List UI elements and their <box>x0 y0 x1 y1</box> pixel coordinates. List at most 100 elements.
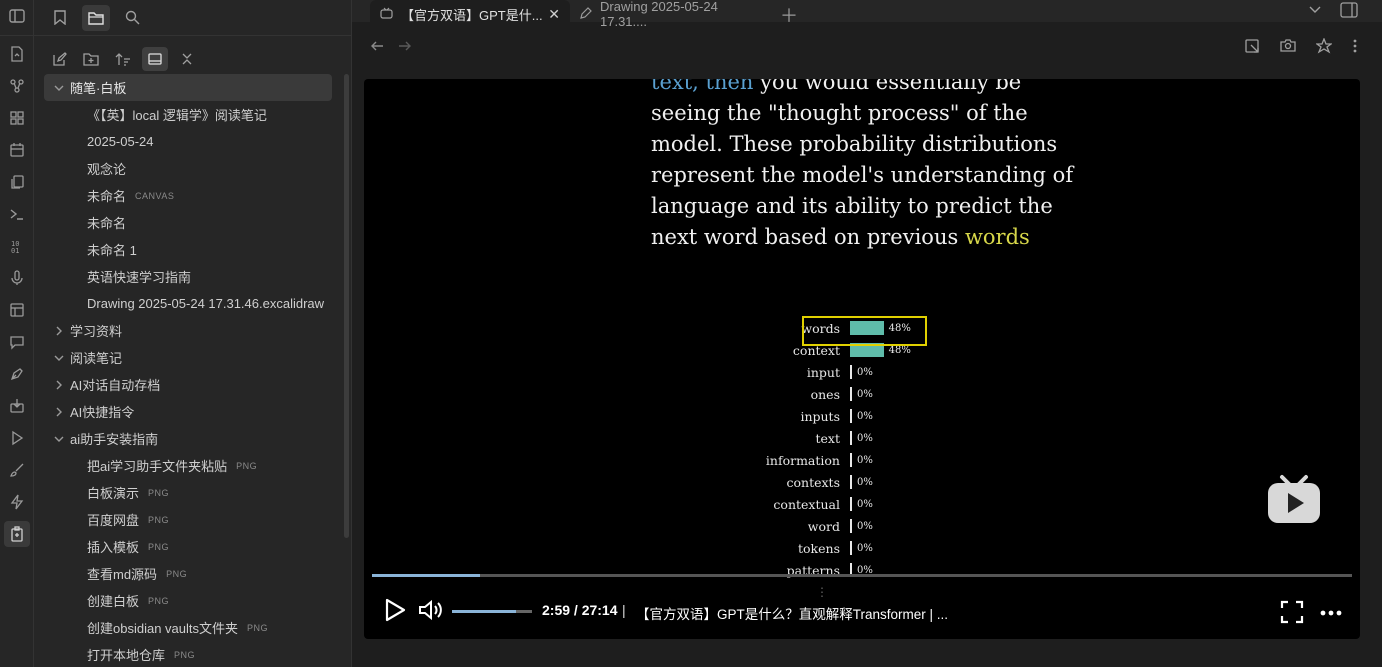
tree-item-label: Drawing 2025-05-24 17.31.46.excalidraw <box>87 296 325 311</box>
chart-bar-zero <box>850 365 852 379</box>
copy-icon[interactable] <box>4 169 30 195</box>
terminal-icon[interactable] <box>4 201 30 227</box>
lightning-icon[interactable] <box>4 489 30 515</box>
chevron-down-icon[interactable] <box>52 434 66 444</box>
search-icon[interactable] <box>118 5 146 31</box>
auto-reveal-icon[interactable] <box>142 47 168 71</box>
forward-arrow-icon[interactable] <box>398 39 412 57</box>
sidebar-toggle-icon[interactable] <box>8 9 25 26</box>
file-item[interactable]: 未命名 CANVAS <box>44 182 332 209</box>
file-item[interactable]: 创建白板 PNG <box>44 587 332 614</box>
more-options-icon[interactable] <box>1352 38 1358 58</box>
sidebar-scrollbar[interactable] <box>344 74 349 538</box>
tree-item-label: 打开本地仓库 <box>87 648 166 663</box>
chart-row: text 0% <box>759 429 939 447</box>
chart-row: inputs 0% <box>759 407 939 425</box>
folder-item[interactable]: ai助手安装指南 <box>44 425 332 452</box>
import-icon[interactable] <box>4 393 30 419</box>
play-icon[interactable] <box>4 425 30 451</box>
clipboard-icon[interactable] <box>3 521 30 547</box>
file-type-tag: PNG <box>174 649 196 660</box>
svg-text:01: 01 <box>11 247 19 254</box>
tab-list-chevron-icon[interactable] <box>1308 2 1322 21</box>
graph-view-icon[interactable] <box>4 73 30 99</box>
bookmark-tab-icon[interactable] <box>46 5 74 31</box>
video-more-icon[interactable] <box>1320 600 1342 621</box>
chart-row: word 0% <box>759 517 939 535</box>
new-note-icon[interactable] <box>46 47 72 71</box>
right-sidebar-toggle-icon[interactable] <box>1340 2 1358 21</box>
ribbon-top <box>0 0 33 36</box>
tab-label: 【官方双语】GPT是什... <box>401 7 543 23</box>
chevron-down-icon[interactable] <box>52 353 66 363</box>
video-time: 2:59 / 27:14 <box>542 602 618 618</box>
file-item[interactable]: 白板演示 PNG <box>44 479 332 506</box>
chevron-right-icon[interactable] <box>52 407 66 417</box>
new-tab-icon[interactable]: ＋ <box>780 2 798 28</box>
comment-icon[interactable] <box>4 329 30 355</box>
file-type-tag: PNG <box>148 595 170 606</box>
video-player[interactable]: text, then you would essentially be seei… <box>364 79 1360 639</box>
chevron-right-icon[interactable] <box>52 326 66 336</box>
tab-bar: 【官方双语】GPT是什... ✕ Drawing 2025-05-24 17.3… <box>352 0 1382 29</box>
file-item[interactable]: 2025-05-24 <box>44 128 332 155</box>
folder-item[interactable]: 学习资料 <box>44 317 332 344</box>
tree-item-label: 2025-05-24 <box>87 134 154 149</box>
file-item[interactable]: 创建obsidian vaults文件夹 PNG <box>44 614 332 641</box>
chart-category-label: tokens <box>798 540 840 556</box>
star-icon[interactable] <box>1315 37 1333 58</box>
layout-icon[interactable] <box>4 297 30 323</box>
pen-tool-icon[interactable] <box>4 361 30 387</box>
folder-item[interactable]: 随笔·白板 <box>44 74 332 101</box>
tree-item-label: 《【英】local 逻辑学》阅读笔记 <box>87 108 267 123</box>
microphone-icon[interactable] <box>4 265 30 291</box>
file-item[interactable]: 打开本地仓库 PNG <box>44 641 332 667</box>
open-external-icon[interactable] <box>1244 38 1260 58</box>
file-item[interactable]: 英语快速学习指南 <box>44 263 332 290</box>
chevron-right-icon[interactable] <box>52 380 66 390</box>
file-item[interactable]: 未命名 <box>44 209 332 236</box>
sort-icon[interactable] <box>110 47 136 71</box>
back-arrow-icon[interactable] <box>370 39 384 57</box>
file-type-tag: PNG <box>247 622 269 633</box>
new-folder-icon[interactable] <box>78 47 104 71</box>
folder-item[interactable]: AI对话自动存档 <box>44 371 332 398</box>
folder-item[interactable]: 阅读笔记 <box>44 344 332 371</box>
file-switch-icon[interactable] <box>4 41 30 67</box>
canvas-icon[interactable] <box>4 105 30 131</box>
play-button[interactable] <box>384 598 406 625</box>
file-item[interactable]: 把ai学习助手文件夹粘贴 PNG <box>44 452 332 479</box>
tab-drawing[interactable]: Drawing 2025-05-24 17.31.... <box>570 0 766 29</box>
tree-item-label: AI对话自动存档 <box>70 378 161 393</box>
calendar-icon[interactable] <box>4 137 30 163</box>
fullscreen-icon[interactable] <box>1280 600 1304 627</box>
file-item[interactable]: Drawing 2025-05-24 17.31.46.excalidraw <box>44 290 332 317</box>
binary-icon[interactable]: 10 01 <box>4 233 30 259</box>
collapse-all-icon[interactable] <box>174 47 200 71</box>
file-item[interactable]: 观念论 <box>44 155 332 182</box>
camera-icon[interactable] <box>1280 38 1296 58</box>
folder-item[interactable]: AI快捷指令 <box>44 398 332 425</box>
video-progress-bar[interactable] <box>372 574 1352 577</box>
file-item[interactable]: 查看md源码 PNG <box>44 560 332 587</box>
video-text: model. These probability distributions <box>651 132 1058 156</box>
file-item[interactable]: 百度网盘 PNG <box>44 506 332 533</box>
chart-row: ones 0% <box>759 385 939 403</box>
file-type-tag: PNG <box>148 541 170 552</box>
file-item[interactable]: 《【英】local 逻辑学》阅读笔记 <box>44 101 332 128</box>
brush-icon[interactable] <box>4 457 30 483</box>
video-text: language and its ability to predict the <box>651 194 1053 218</box>
close-tab-icon[interactable]: ✕ <box>548 6 560 23</box>
title-separator: | <box>622 602 626 618</box>
chart-value-label: 0% <box>857 432 873 444</box>
folder-tab-icon[interactable] <box>82 4 110 31</box>
volume-slider[interactable] <box>452 610 532 613</box>
video-text: represent the model's understanding of <box>651 163 1074 187</box>
file-item[interactable]: 插入模板 PNG <box>44 533 332 560</box>
tab-video[interactable]: 【官方双语】GPT是什... ✕ <box>370 0 570 28</box>
file-type-tag: PNG <box>148 514 170 525</box>
file-item[interactable]: 未命名 1 <box>44 236 332 263</box>
chevron-down-icon[interactable] <box>52 83 66 93</box>
file-type-tag: PNG <box>166 568 188 579</box>
volume-icon[interactable] <box>418 599 446 624</box>
